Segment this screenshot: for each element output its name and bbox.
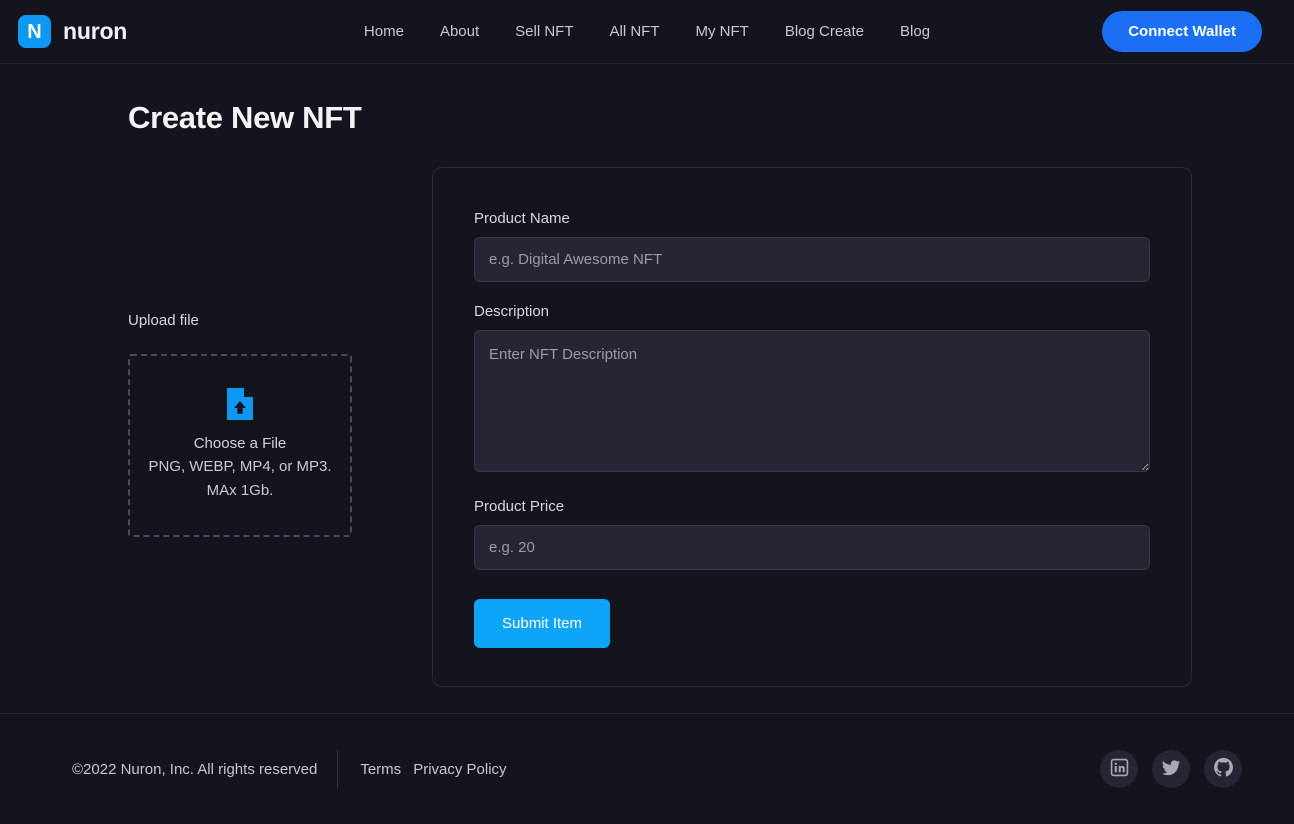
brand-logo[interactable]: N nuron [18, 15, 127, 48]
github-icon [1213, 757, 1234, 781]
upload-file-label: Upload file [128, 312, 199, 329]
nav-item-my-nft[interactable]: My NFT [677, 15, 766, 48]
nav-item-home[interactable]: Home [346, 15, 422, 48]
main-navigation: Home About Sell NFT All NFT My NFT Blog … [0, 15, 1294, 48]
product-price-field: Product Price [474, 498, 1150, 570]
connect-wallet-button[interactable]: Connect Wallet [1102, 11, 1262, 52]
description-label: Description [474, 303, 550, 320]
copyright-text: ©2022 Nuron, Inc. All rights reserved [72, 760, 318, 778]
main-content: Create New NFT Upload file Choose a File… [0, 64, 1294, 713]
social-link-twitter[interactable] [1152, 750, 1190, 788]
social-link-github[interactable] [1204, 750, 1242, 788]
nft-form-card: Product Name Description Product Price S… [432, 167, 1192, 687]
product-name-field: Product Name [474, 210, 1150, 282]
nav-item-about[interactable]: About [422, 15, 497, 48]
linkedin-icon [1110, 758, 1129, 780]
page-title: Create New NFT [128, 100, 362, 135]
footer-link-terms[interactable]: Terms [360, 761, 401, 778]
nav-item-blog[interactable]: Blog [882, 15, 948, 48]
nav-item-all-nft[interactable]: All NFT [591, 15, 677, 48]
social-link-linkedin[interactable] [1100, 750, 1138, 788]
product-price-input[interactable] [474, 525, 1150, 570]
create-nft-layout: Upload file Choose a File PNG, WEBP, MP4… [32, 167, 1262, 687]
description-field: Description [474, 303, 1150, 477]
brand-name: nuron [63, 18, 128, 44]
logo-mark-icon: N [18, 15, 51, 48]
footer-links: Terms Privacy Policy [338, 761, 506, 778]
product-name-input[interactable] [474, 237, 1150, 282]
dropzone-primary-text: Choose a File [193, 434, 287, 452]
description-textarea[interactable] [474, 330, 1150, 472]
upload-column: Upload file Choose a File PNG, WEBP, MP4… [128, 167, 392, 537]
file-dropzone[interactable]: Choose a File PNG, WEBP, MP4, or MP3. MA… [128, 354, 352, 537]
site-header: N nuron Home About Sell NFT All NFT My N… [0, 0, 1294, 64]
footer-link-privacy-policy[interactable]: Privacy Policy [413, 761, 506, 778]
nav-item-blog-create[interactable]: Blog Create [767, 15, 882, 48]
product-price-label: Product Price [474, 498, 565, 515]
nav-item-sell-nft[interactable]: Sell NFT [497, 15, 591, 48]
site-footer: ©2022 Nuron, Inc. All rights reserved Te… [0, 713, 1294, 824]
file-upload-icon [227, 387, 253, 425]
dropzone-secondary-text: PNG, WEBP, MP4, or MP3. MAx 1Gb. [148, 458, 332, 500]
twitter-icon [1161, 758, 1181, 781]
product-name-label: Product Name [474, 210, 570, 227]
footer-left: ©2022 Nuron, Inc. All rights reserved Te… [72, 750, 507, 788]
submit-item-button[interactable]: Submit Item [474, 599, 611, 648]
social-links [1100, 750, 1242, 788]
